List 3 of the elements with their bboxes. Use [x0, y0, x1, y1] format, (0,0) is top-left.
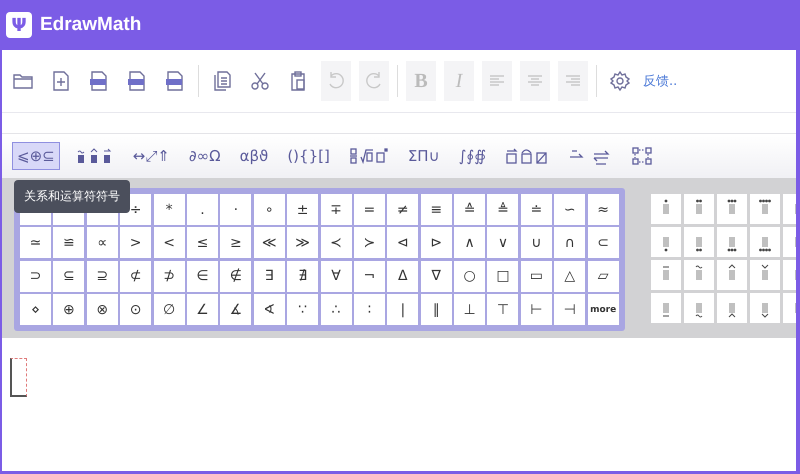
app-title: EdrawMath: [40, 14, 142, 36]
tooltip: 关系和运算符符号: [14, 180, 130, 213]
app-logo: Ψ: [6, 12, 32, 38]
